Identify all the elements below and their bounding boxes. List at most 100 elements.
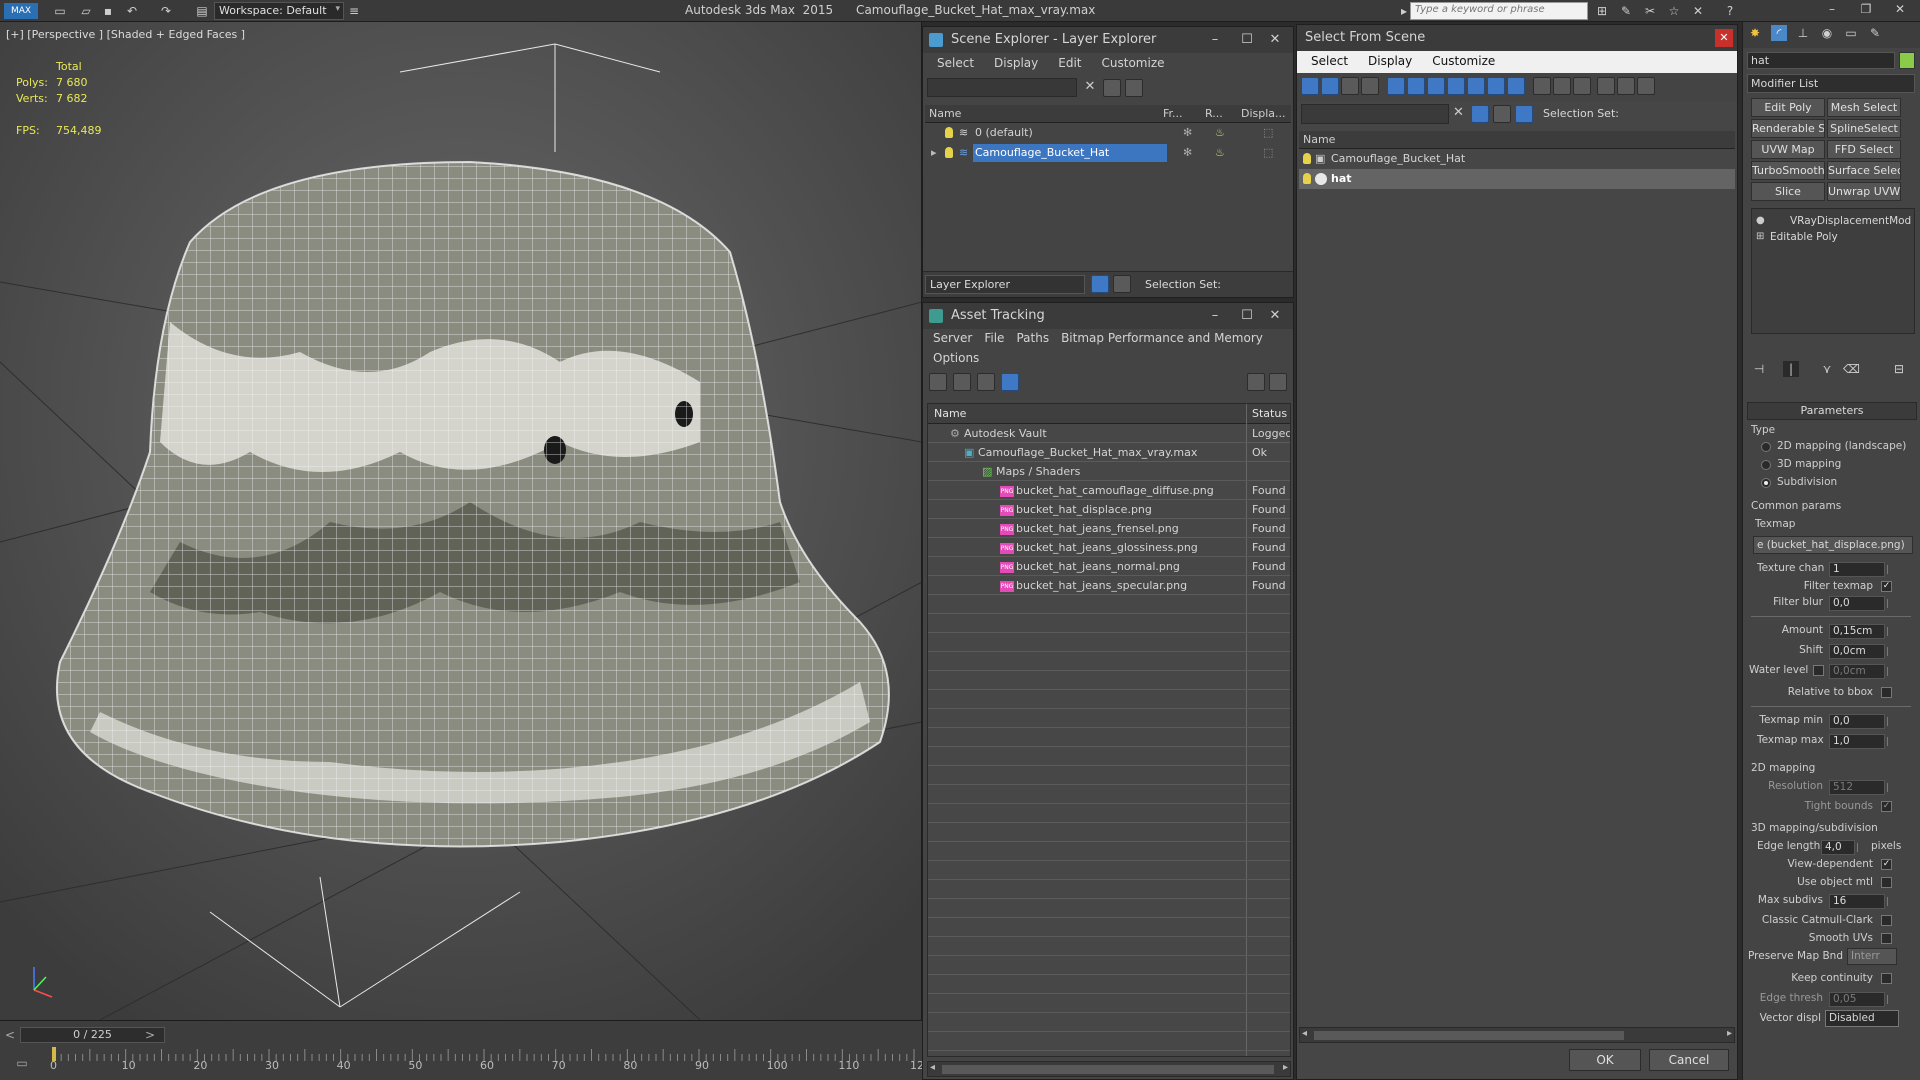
edge-length-spinner[interactable]: 4,0: [1821, 840, 1858, 855]
scroll-left-icon[interactable]: ◂: [930, 1062, 935, 1073]
filter-texmap-checkbox[interactable]: ✓: [1881, 581, 1892, 592]
relative-bbox-checkbox[interactable]: [1881, 687, 1892, 698]
minimize-icon[interactable]: –: [1201, 27, 1229, 53]
asset-tracking-titlebar[interactable]: Asset Tracking – ☐ ✕: [923, 303, 1293, 329]
menu-select[interactable]: Select: [1301, 51, 1358, 73]
new-file-icon[interactable]: ▭: [52, 3, 68, 19]
amount-spinner[interactable]: 0,15cm: [1829, 624, 1888, 639]
light-bulb-icon[interactable]: [1303, 173, 1311, 184]
utilities-tab-icon[interactable]: ✎: [1867, 25, 1883, 41]
water-level-spinner[interactable]: 0,0cm: [1829, 664, 1888, 679]
undo-icon[interactable]: ↶: [124, 3, 140, 19]
scroll-thumb[interactable]: [1314, 1031, 1624, 1040]
freeze-icon[interactable]: ✻: [1183, 123, 1192, 143]
workspace-dropdown[interactable]: Workspace: Default: [214, 2, 344, 20]
menu-paths[interactable]: Paths: [1010, 329, 1055, 349]
modifier-list-dropdown[interactable]: Modifier List: [1747, 74, 1915, 93]
table-view-icon[interactable]: [1001, 373, 1019, 391]
menu-options[interactable]: Options: [927, 349, 985, 369]
keep-continuity-checkbox[interactable]: [1881, 973, 1892, 984]
display-bones-icon[interactable]: [1467, 77, 1485, 95]
project-folder-icon[interactable]: ▤: [194, 3, 210, 19]
show-end-result-icon[interactable]: |: [1783, 361, 1799, 377]
col-status[interactable]: Status: [1252, 407, 1287, 420]
ffd-select-button[interactable]: FFD Select: [1827, 140, 1901, 159]
close-icon[interactable]: ✕: [1261, 27, 1289, 53]
prev-frame-icon[interactable]: <: [2, 1027, 18, 1043]
layer-icon[interactable]: [1493, 105, 1511, 123]
col-display[interactable]: Displa...: [1241, 107, 1286, 120]
type-subdivision-radio[interactable]: [1761, 478, 1771, 488]
use-object-mtl-checkbox[interactable]: [1881, 877, 1892, 888]
filter-blur-spinner[interactable]: 0,0: [1829, 596, 1888, 611]
favorites-icon[interactable]: ☆: [1666, 3, 1682, 19]
layer-tools-icon[interactable]: [1125, 79, 1143, 97]
display-all-icon[interactable]: [1533, 77, 1551, 95]
next-frame-icon[interactable]: >: [142, 1027, 158, 1043]
asset-row[interactable]: PNG bucket_hat_jeans_specular.png Found: [928, 576, 1290, 595]
app-menu-button[interactable]: MAX: [4, 3, 38, 19]
layer-explorer-dropdown[interactable]: Layer Explorer: [925, 275, 1085, 294]
light-bulb-icon[interactable]: [945, 127, 953, 138]
display-xrefs-icon[interactable]: [1447, 77, 1465, 95]
keyword-search-input[interactable]: Type a keyword or phrase: [1410, 2, 1588, 20]
display-box-icon[interactable]: ⬚: [1263, 143, 1273, 163]
col-name[interactable]: Name: [1303, 133, 1335, 146]
display-frozen-icon[interactable]: [1507, 77, 1525, 95]
asset-row[interactable]: ▣ Camouflage_Bucket_Hat_max_vray.max Ok: [928, 443, 1290, 462]
display-spacewarps-icon[interactable]: [1407, 77, 1425, 95]
menu-select[interactable]: Select: [927, 53, 984, 75]
freeze-icon[interactable]: ✻: [1183, 143, 1192, 163]
horizontal-scrollbar[interactable]: ◂ ▸: [927, 1061, 1291, 1077]
select-search-input[interactable]: [1301, 104, 1449, 124]
layer-row-camouflage[interactable]: ▸ ≋ Camouflage_Bucket_Hat ✻ ♨ ⬚: [925, 143, 1291, 163]
menu-bitmap-performance[interactable]: Bitmap Performance and Memory: [1055, 329, 1269, 349]
col-render[interactable]: R...: [1205, 107, 1223, 120]
remove-modifier-icon[interactable]: ⌫: [1843, 361, 1860, 377]
asset-row[interactable]: PNG bucket_hat_jeans_frensel.png Found: [928, 519, 1290, 538]
menu-server[interactable]: Server: [927, 329, 978, 349]
menu-customize[interactable]: Customize: [1092, 53, 1175, 75]
workspace-options-icon[interactable]: ≡: [346, 3, 362, 19]
shift-spinner[interactable]: 0,0cm: [1829, 644, 1888, 659]
tools-icon[interactable]: ✎: [1618, 3, 1634, 19]
scroll-left-icon[interactable]: ◂: [1302, 1028, 1307, 1039]
type-3d-radio[interactable]: [1761, 460, 1771, 470]
clear-search-icon[interactable]: ✕: [1081, 79, 1099, 97]
restore-icon[interactable]: ❐: [1854, 2, 1878, 20]
stack-item-vraydisplacement[interactable]: ● VRayDisplacementMod: [1752, 213, 1914, 229]
display-lights-icon[interactable]: [1341, 77, 1359, 95]
filter-icon[interactable]: [1103, 79, 1121, 97]
modify-tab-icon[interactable]: ◜: [1771, 25, 1787, 41]
close-icon[interactable]: ✕: [1888, 2, 1912, 20]
asset-row[interactable]: PNG bucket_hat_jeans_normal.png Found: [928, 557, 1290, 576]
layer-mode-icon[interactable]: [1091, 275, 1109, 293]
maximize-icon[interactable]: ☐: [1233, 303, 1261, 329]
display-shapes-icon[interactable]: [1321, 77, 1339, 95]
renderable-spline-button[interactable]: Renderable Spline: [1751, 119, 1825, 138]
display-invert-icon[interactable]: [1573, 77, 1591, 95]
horizontal-scrollbar[interactable]: ◂ ▸: [1299, 1027, 1735, 1043]
resolution-spinner[interactable]: 512: [1829, 780, 1888, 795]
light-bulb-icon[interactable]: [1303, 153, 1311, 164]
light-bulb-icon[interactable]: [945, 147, 953, 158]
binoculars-icon[interactable]: ⊞: [1594, 3, 1610, 19]
object-name-field[interactable]: hat: [1747, 52, 1895, 69]
open-file-icon[interactable]: ▱: [78, 3, 94, 19]
display-box-icon[interactable]: ⬚: [1263, 123, 1273, 143]
asset-row[interactable]: ⚙ Autodesk Vault Logged: [928, 424, 1290, 443]
select-from-scene-titlebar[interactable]: Select From Scene ✕: [1297, 25, 1737, 51]
scroll-right-icon[interactable]: ▸: [1727, 1028, 1732, 1039]
display-containers-icon[interactable]: [1487, 77, 1505, 95]
list-view-icon[interactable]: [953, 373, 971, 391]
asset-row[interactable]: PNG bucket_hat_displace.png Found: [928, 500, 1290, 519]
minimize-icon[interactable]: –: [1201, 303, 1229, 329]
thumbnail-view-icon[interactable]: [977, 373, 995, 391]
menu-file[interactable]: File: [978, 329, 1010, 349]
tight-bounds-checkbox[interactable]: ✓: [1881, 801, 1892, 812]
stack-item-editable-poly[interactable]: ⊞ Editable Poly: [1752, 229, 1914, 245]
menu-customize[interactable]: Customize: [1422, 51, 1505, 73]
cancel-button[interactable]: Cancel: [1649, 1049, 1729, 1071]
texmap-button[interactable]: e (bucket_hat_displace.png): [1753, 536, 1913, 554]
turbosmooth-button[interactable]: TurboSmooth: [1751, 161, 1825, 180]
